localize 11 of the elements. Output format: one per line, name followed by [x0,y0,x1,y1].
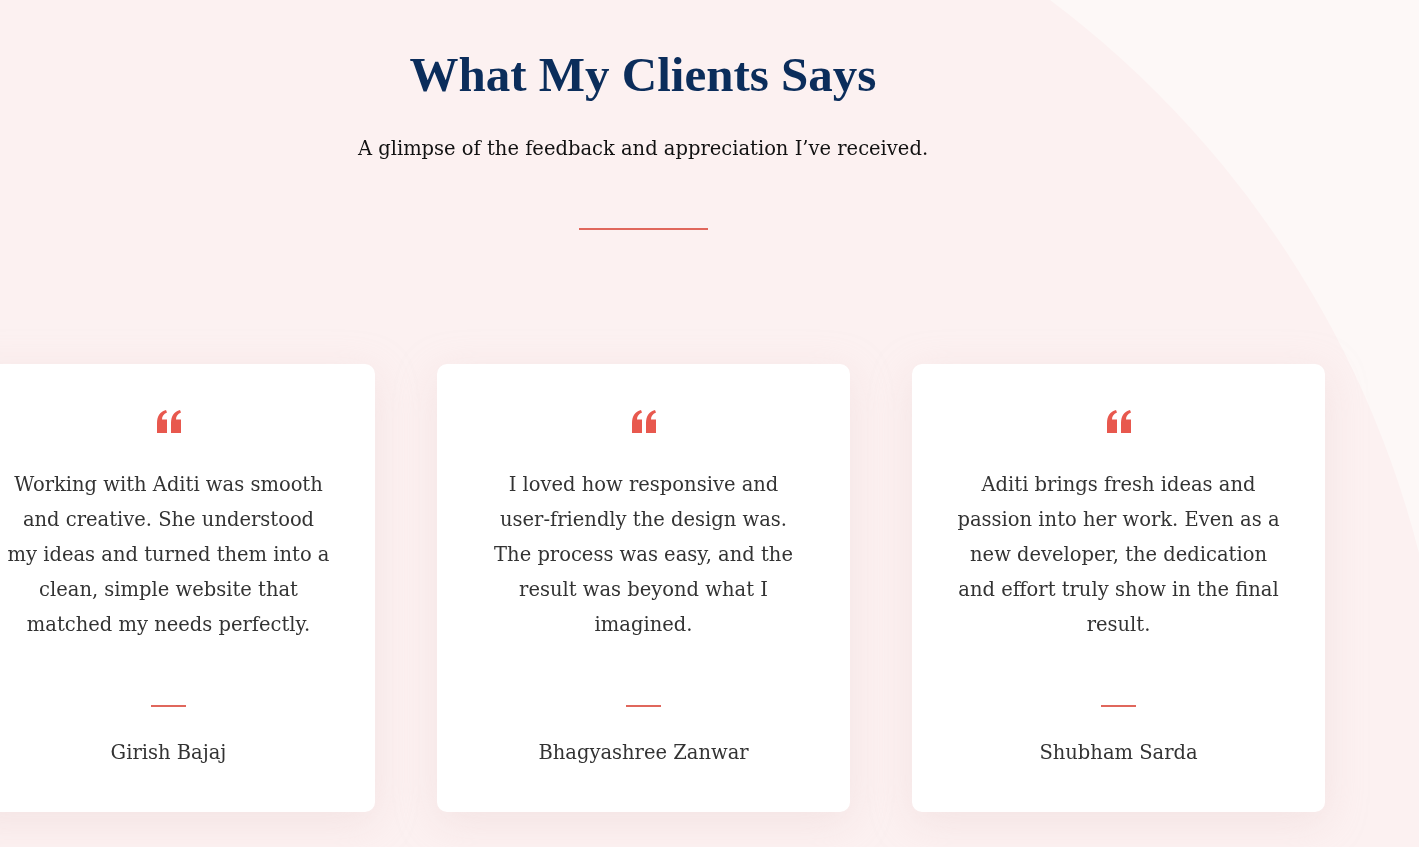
section-title: What My Clients Says [408,46,878,104]
testimonial-quote: I loved how responsive and user-friendly the design was. The process was easy, and the result was beyond what I imagined. [493,472,794,638]
client-name: Bhagyashree Zanwar [538,740,749,766]
quote-icon [630,410,657,433]
section-subtitle: A glimpse of the feedback and appreciation I’ve received. [356,136,930,162]
testimonial-quote: Aditi brings fresh ideas and passion into her work. Even as a new developer, the dedication and effort truly show in the final result. [956,472,1281,638]
client-name: Girish Bajaj [110,740,227,766]
quote-icon [1105,410,1132,433]
testimonial-quote: Working with Aditi was smooth and creative. She understood my ideas and turned them into a clean, simple website that matched my needs perfectly. [6,472,331,638]
quote-icon [155,410,182,433]
client-name: Shubham Sarda [1039,740,1198,766]
